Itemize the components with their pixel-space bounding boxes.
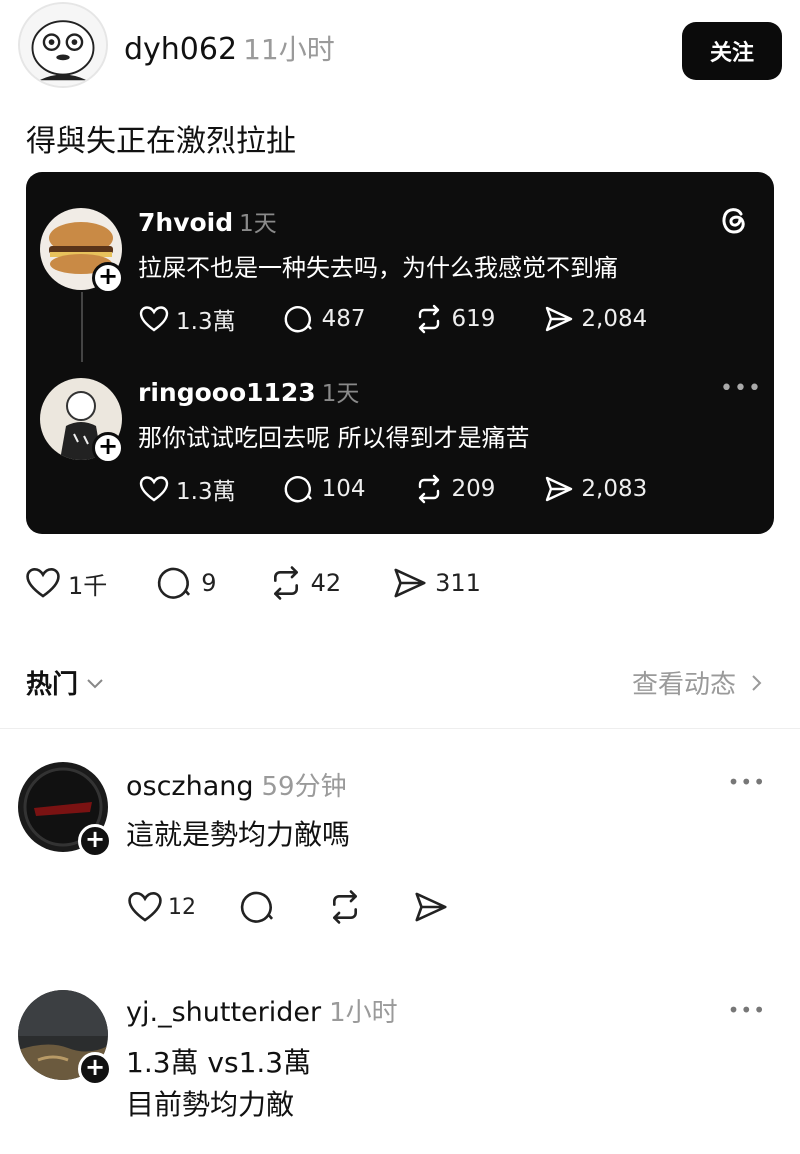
like-count: 1.3萬 bbox=[176, 309, 236, 335]
repost-action[interactable]: 42 bbox=[267, 564, 342, 602]
chevron-right-icon bbox=[752, 674, 762, 691]
reply-author-line: yj._shutterider 1小时 bbox=[126, 992, 398, 1029]
reply-text: 1.3萬 vs1.3萬 目前勢均力敵 bbox=[126, 1042, 311, 1126]
quote-actions-first: 1.3萬 487 619 2,084 bbox=[138, 302, 695, 336]
reply-time: 59分钟 bbox=[261, 772, 347, 802]
reply-text-line: 1.3萬 vs1.3萬 bbox=[126, 1046, 312, 1079]
like-count: 12 bbox=[168, 894, 196, 920]
reply-action[interactable]: 487 bbox=[284, 303, 366, 335]
like-count: 1.3萬 bbox=[176, 479, 236, 505]
repost-count: 619 bbox=[451, 306, 496, 332]
more-options-icon[interactable]: ••• bbox=[728, 770, 766, 794]
reply-author[interactable]: osczhang bbox=[126, 771, 254, 802]
reply-actions: 12 bbox=[126, 888, 498, 926]
author-avatar[interactable] bbox=[18, 2, 108, 88]
more-options-icon[interactable]: ••• bbox=[720, 376, 761, 401]
heart-icon bbox=[26, 568, 60, 598]
share-action[interactable] bbox=[412, 888, 454, 926]
quote-time-first: 1天 bbox=[239, 211, 277, 237]
thread-connector-line bbox=[81, 292, 83, 362]
reply-time: 1小时 bbox=[329, 998, 398, 1028]
replies-section-bar: 热门 查看动态 bbox=[26, 660, 766, 704]
send-icon bbox=[546, 306, 573, 332]
repost-action[interactable]: 209 bbox=[413, 473, 495, 505]
post-actions: 1千 9 42 311 bbox=[24, 564, 531, 602]
activity-label: 查看动态 bbox=[631, 670, 736, 700]
sort-dropdown[interactable]: 热门 bbox=[26, 664, 106, 701]
send-icon bbox=[546, 476, 573, 502]
send-icon bbox=[415, 892, 447, 922]
repost-icon bbox=[419, 474, 440, 504]
follow-plus-icon[interactable]: + bbox=[92, 432, 124, 464]
reply-action[interactable]: 104 bbox=[284, 473, 366, 505]
quote-text-second: 那你试试吃回去呢 所以得到才是痛苦 bbox=[138, 424, 530, 452]
follow-plus-icon[interactable]: + bbox=[78, 824, 112, 858]
share-action[interactable]: 2,084 bbox=[543, 303, 647, 335]
reply-action[interactable] bbox=[240, 888, 282, 926]
reply-author-line: osczhang 59分钟 bbox=[126, 766, 347, 803]
like-action[interactable]: 1.3萬 bbox=[138, 472, 236, 506]
like-action[interactable]: 1.3萬 bbox=[138, 302, 236, 336]
quote-author-first[interactable]: 7hvoid bbox=[138, 208, 233, 237]
reply-author[interactable]: yj._shutterider bbox=[126, 997, 321, 1028]
comment-icon bbox=[240, 891, 274, 923]
share-count: 311 bbox=[435, 569, 481, 597]
quote-author-second[interactable]: ringooo1123 bbox=[138, 378, 316, 407]
quote-author-first-line: 7hvoid 1天 bbox=[138, 204, 277, 238]
follow-plus-icon[interactable]: + bbox=[78, 1052, 112, 1086]
send-icon bbox=[394, 568, 426, 598]
post-time: 11小时 bbox=[243, 33, 335, 66]
like-action[interactable]: 12 bbox=[126, 888, 196, 926]
more-options-icon[interactable]: ••• bbox=[728, 998, 766, 1022]
quote-actions-second: 1.3萬 104 209 2,083 bbox=[138, 472, 695, 506]
quote-time-second: 1天 bbox=[321, 381, 360, 407]
threads-logo-icon bbox=[722, 208, 745, 234]
repost-action[interactable]: 619 bbox=[413, 303, 495, 335]
share-count: 2,083 bbox=[581, 476, 648, 502]
heart-icon bbox=[139, 476, 169, 502]
reply-text: 這就是勢均力敵嗎 bbox=[126, 814, 350, 856]
reply-action[interactable]: 9 bbox=[157, 564, 217, 602]
reply-count: 487 bbox=[321, 306, 366, 332]
post-header: dyh062 11小时 关注 bbox=[18, 2, 782, 88]
share-action[interactable]: 2,083 bbox=[543, 473, 647, 505]
repost-count: 209 bbox=[451, 476, 496, 502]
comment-icon bbox=[158, 567, 191, 599]
chevron-down-icon bbox=[87, 678, 103, 688]
repost-count: 42 bbox=[310, 569, 342, 597]
like-action[interactable]: 1千 bbox=[24, 564, 107, 602]
divider bbox=[0, 728, 800, 729]
comment-icon bbox=[284, 306, 312, 333]
heart-icon bbox=[139, 306, 169, 332]
quoted-thread-card[interactable]: + 7hvoid 1天 拉屎不也是一种失去吗，为什么我感觉不到痛 1.3萬 487… bbox=[26, 172, 774, 534]
reply-text-line: 這就是勢均力敵嗎 bbox=[126, 818, 351, 851]
repost-icon bbox=[333, 890, 357, 924]
reply-count: 104 bbox=[321, 476, 366, 502]
like-count: 1千 bbox=[68, 571, 108, 600]
comment-icon bbox=[284, 476, 312, 503]
quote-author-second-line: ringooo1123 1天 bbox=[138, 374, 359, 408]
share-count: 2,084 bbox=[581, 306, 648, 332]
sort-label: 热门 bbox=[26, 670, 79, 700]
view-activity-link[interactable]: 查看动态 bbox=[632, 664, 766, 701]
reply-text-line: 目前勢均力敵 bbox=[126, 1088, 295, 1121]
reply-count: 9 bbox=[201, 569, 217, 597]
follow-button[interactable]: 关注 bbox=[682, 22, 782, 80]
quote-text-first: 拉屎不也是一种失去吗，为什么我感觉不到痛 bbox=[138, 254, 618, 282]
follow-plus-icon[interactable]: + bbox=[92, 262, 124, 294]
post-text: 得與失正在激烈拉扯 bbox=[26, 124, 296, 159]
repost-icon bbox=[419, 304, 440, 334]
heart-icon bbox=[128, 892, 162, 922]
author-line: dyh062 11小时 bbox=[124, 28, 335, 68]
share-action[interactable]: 311 bbox=[391, 564, 481, 602]
repost-action[interactable] bbox=[326, 888, 368, 926]
panda-avatar-icon bbox=[20, 4, 106, 86]
repost-icon bbox=[273, 566, 298, 600]
author-name[interactable]: dyh062 bbox=[124, 32, 237, 67]
